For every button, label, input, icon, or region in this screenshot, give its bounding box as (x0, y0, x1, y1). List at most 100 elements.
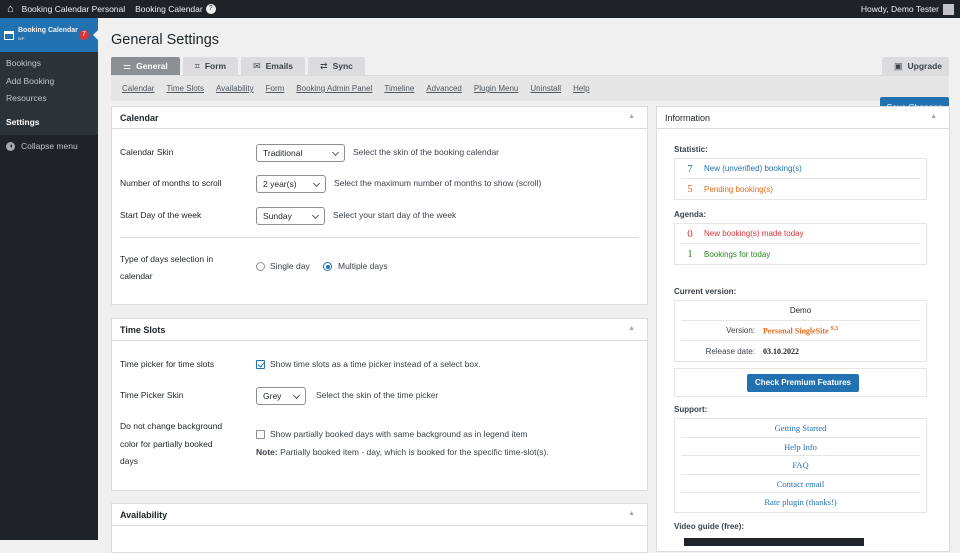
video-guide-label: Video guide (free): (674, 522, 745, 531)
subnav-form[interactable]: Form (266, 84, 285, 93)
sidebar-item-resources[interactable]: Resources (0, 90, 98, 108)
subnav-help[interactable]: Help (573, 84, 589, 93)
time-picker-skin-select[interactable]: Grey (256, 387, 306, 405)
collapse-arrow-icon (6, 141, 15, 151)
site-name-link[interactable]: Booking Calendar Personal (17, 0, 130, 18)
release-row: Release date: 03.10.2022 (681, 341, 920, 361)
subnav-calendar[interactable]: Calendar (122, 84, 154, 93)
stat-new-bookings[interactable]: 7 New (unverified) booking(s) (681, 159, 920, 179)
sidebar-item-booking-calendar[interactable]: Booking Calendar WP 7 (0, 18, 98, 52)
days-selection-label-2: calendar (120, 271, 153, 281)
subnav-availability[interactable]: Availability (216, 84, 254, 93)
multiple-days-radio[interactable] (323, 262, 332, 271)
tab-general[interactable]: ⚌ General (111, 57, 180, 75)
calendar-panel: Calendar ▲ Calendar Skin Traditional Sele… (111, 106, 648, 305)
settings-tabs: ⚌ General ⌗ Form ✉ Emails ⇄ Sync (111, 57, 365, 75)
support-help-info[interactable]: Help Info (681, 438, 920, 457)
support-contact-email[interactable]: Contact email (681, 475, 920, 494)
collapse-caret-icon[interactable]: ▲ (628, 510, 635, 517)
video-thumbnail[interactable] (684, 538, 864, 546)
partial-background-label-3: days (120, 456, 138, 466)
release-value: 03.10.2022 (763, 346, 799, 356)
availability-panel-header[interactable]: Availability ▲ (112, 504, 647, 526)
check-premium-button[interactable]: Check Premium Features (747, 374, 859, 392)
site-home-link[interactable]: ⌂ (0, 0, 17, 18)
menu-title: Booking Calendar WP (18, 27, 78, 43)
agenda-new-today[interactable]: 0 New booking(s) made today (681, 224, 920, 244)
sidebar-item-add-booking[interactable]: Add Booking (0, 73, 98, 91)
months-label: Number of months to scroll (120, 178, 222, 188)
agenda-box: 0 New booking(s) made today 1 Bookings for… (674, 223, 927, 265)
collapse-label: Collapse menu (21, 141, 78, 151)
months-desc: Select the maximum number of months to s… (334, 178, 542, 188)
stat-pending-text: Pending booking(s) (704, 184, 773, 194)
lock-icon: ▣ (894, 60, 903, 71)
plugin-menu-link[interactable]: Booking Calendar? (130, 0, 221, 18)
agenda-new-text: New booking(s) made today (704, 229, 804, 238)
subnav-time-slots[interactable]: Time Slots (166, 84, 204, 93)
information-panel-header[interactable]: Information ▲ (657, 107, 949, 129)
support-faq[interactable]: FAQ (681, 456, 920, 475)
time-picker-checkbox[interactable] (256, 360, 265, 369)
note-text: Partially booked item - day, which is bo… (280, 447, 549, 457)
tab-upgrade[interactable]: ▣ Upgrade (882, 57, 949, 75)
agenda-today-count: 1 (687, 248, 693, 260)
subnav-booking-admin-panel[interactable]: Booking Admin Panel (296, 84, 372, 93)
sliders-icon: ⚌ (123, 60, 132, 71)
support-rate-plugin[interactable]: Rate plugin (thanks!) (681, 493, 920, 512)
tab-form[interactable]: ⌗ Form (182, 57, 239, 75)
collapse-caret-icon[interactable]: ▲ (628, 325, 635, 332)
sidebar-item-settings[interactable]: Settings (0, 114, 98, 132)
partial-background-checkbox[interactable] (256, 430, 265, 439)
agenda-for-today[interactable]: 1 Bookings for today (681, 244, 920, 264)
months-select[interactable]: 2 year(s) (256, 175, 326, 193)
collapse-caret-icon[interactable]: ▲ (628, 113, 635, 120)
start-day-label: Start Day of the week (120, 210, 202, 220)
single-day-radio[interactable] (256, 262, 265, 271)
account-menu[interactable]: Howdy, Demo Tester (860, 3, 960, 15)
partial-background-label: Do not change background color for partia… (120, 418, 235, 471)
support-getting-started[interactable]: Getting Started (681, 419, 920, 438)
tab-sync-label: Sync (332, 61, 353, 71)
stat-pending-bookings[interactable]: 5 Pending booking(s) (681, 179, 920, 199)
booking-count-badge: 7 (79, 30, 89, 40)
tab-sync[interactable]: ⇄ Sync (308, 57, 365, 75)
form-icon: ⌗ (194, 60, 200, 71)
sync-icon: ⇄ (320, 60, 328, 71)
version-label: Current version: (674, 287, 737, 296)
plugin-name: Booking Calendar (135, 4, 203, 14)
home-icon: ⌂ (7, 3, 14, 15)
time-picker-desc: Show time slots as a time picker instead… (270, 359, 481, 369)
calendar-panel-header[interactable]: Calendar ▲ (112, 107, 647, 129)
stat-pending-count: 5 (687, 183, 693, 195)
start-day-select[interactable]: Sunday (256, 207, 325, 225)
subnav-advanced[interactable]: Advanced (426, 84, 462, 93)
time-slots-panel-title: Time Slots (120, 324, 166, 335)
availability-panel: Availability ▲ (111, 503, 648, 553)
multiple-days-label[interactable]: Multiple days (338, 261, 388, 271)
agenda-label: Agenda: (674, 210, 706, 219)
collapse-caret-icon[interactable]: ▲ (930, 113, 937, 120)
avatar (943, 3, 954, 15)
collapse-menu-button[interactable]: Collapse menu (0, 135, 98, 157)
sidebar-item-bookings[interactable]: Bookings (0, 55, 98, 73)
menu-title-sub: WP (18, 36, 25, 41)
tab-emails[interactable]: ✉ Emails (241, 57, 306, 75)
greeting: Howdy, Demo Tester (860, 4, 939, 14)
version-row: Version: Personal SingleSite 9.3 (681, 321, 920, 341)
partial-background-row: Do not change background color for partia… (120, 418, 640, 470)
subnav-uninstall[interactable]: Uninstall (530, 84, 561, 93)
time-slots-panel-header[interactable]: Time Slots ▲ (112, 319, 647, 341)
page-title: General Settings (111, 32, 220, 48)
time-slots-panel: Time Slots ▲ Time picker for time slots S… (111, 318, 648, 491)
subnav-timeline[interactable]: Timeline (384, 84, 414, 93)
single-day-label[interactable]: Single day (270, 261, 310, 271)
calendar-skin-select[interactable]: Traditional (256, 144, 345, 162)
tab-general-label: General (136, 61, 168, 71)
agenda-new-count: 0 (687, 227, 693, 240)
subnav-plugin-menu[interactable]: Plugin Menu (474, 84, 518, 93)
version-box: Demo Version: Personal SingleSite 9.3 Rele… (674, 300, 927, 362)
version-head: Demo (681, 301, 920, 321)
calendar-skin-label: Calendar Skin (120, 147, 174, 157)
version-key: Version: (726, 326, 755, 335)
